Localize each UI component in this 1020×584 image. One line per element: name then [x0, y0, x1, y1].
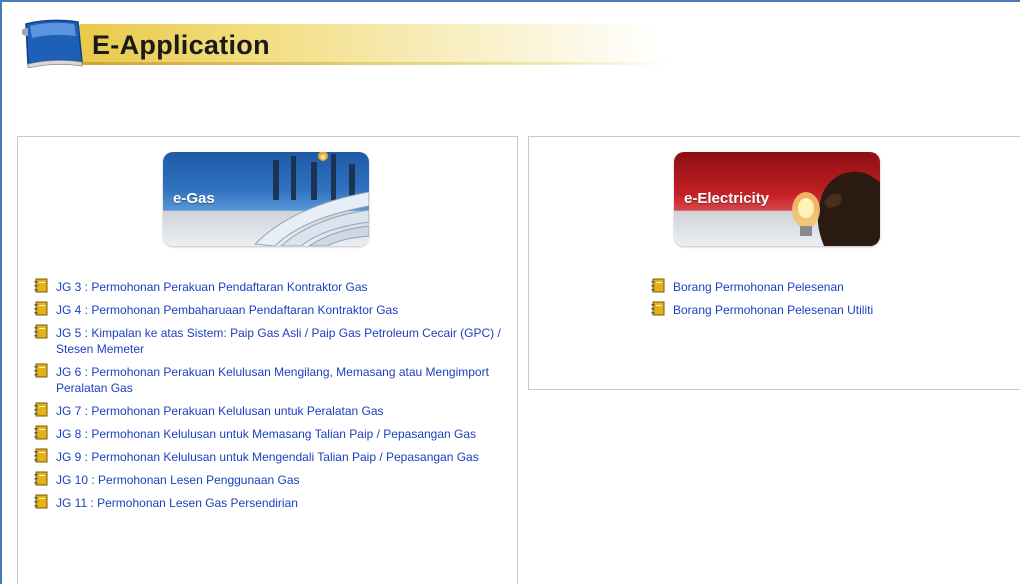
list-item[interactable]: JG 10 : Permohonan Lesen Penggunaan Gas [34, 471, 504, 488]
gas-link-jg6[interactable]: JG 6 : Permohonan Perakuan Kelulusan Men… [56, 365, 489, 395]
e-electricity-label: e-Electricity [684, 190, 770, 207]
list-item[interactable]: JG 11 : Permohonan Lesen Gas Persendiria… [34, 494, 504, 511]
gas-link-jg7[interactable]: JG 7 : Permohonan Perakuan Kelulusan unt… [56, 404, 384, 418]
notebook-icon [34, 278, 48, 293]
notebook-icon [34, 494, 48, 509]
e-electricity-banner[interactable]: e-Electricity [674, 152, 880, 246]
e-gas-banner[interactable]: e-Gas [163, 152, 369, 246]
gas-link-jg4[interactable]: JG 4 : Permohonan Pembaharuaan Pendaftar… [56, 303, 398, 317]
notebook-icon [34, 471, 48, 486]
gas-link-jg11[interactable]: JG 11 : Permohonan Lesen Gas Persendiria… [56, 496, 298, 510]
notebook-icon [34, 301, 48, 316]
electricity-link-list: Borang Permohonan Pelesenan Borang Permo… [651, 278, 1020, 325]
gas-link-jg5[interactable]: JG 5 : Kimpalan ke atas Sistem: Paip Gas… [56, 326, 501, 356]
gas-panel: e-Gas JG 3 : Permohonan Perakuan Pendaft… [17, 136, 518, 584]
list-item[interactable]: JG 8 : Permohonan Kelulusan untuk Memasa… [34, 425, 504, 442]
elec-link-pelesenan[interactable]: Borang Permohonan Pelesenan [673, 280, 844, 294]
list-item[interactable]: JG 3 : Permohonan Perakuan Pendaftaran K… [34, 278, 504, 295]
list-item[interactable]: JG 7 : Permohonan Perakuan Kelulusan unt… [34, 402, 504, 419]
list-item[interactable]: Borang Permohonan Pelesenan Utiliti [651, 301, 1020, 318]
notebook-icon [34, 425, 48, 440]
page-header: E-Application [20, 14, 680, 72]
gas-link-jg10[interactable]: JG 10 : Permohonan Lesen Penggunaan Gas [56, 473, 300, 487]
gas-link-list: JG 3 : Permohonan Perakuan Pendaftaran K… [34, 278, 504, 518]
notebook-icon [34, 448, 48, 463]
gas-link-jg3[interactable]: JG 3 : Permohonan Perakuan Pendaftaran K… [56, 280, 368, 294]
list-item[interactable]: JG 9 : Permohonan Kelulusan untuk Mengen… [34, 448, 504, 465]
list-item[interactable]: JG 4 : Permohonan Pembaharuaan Pendaftar… [34, 301, 504, 318]
e-gas-label: e-Gas [173, 190, 215, 207]
elec-link-pelesenan-utiliti[interactable]: Borang Permohonan Pelesenan Utiliti [673, 303, 873, 317]
list-item[interactable]: JG 6 : Permohonan Perakuan Kelulusan Men… [34, 363, 504, 396]
notebook-icon [651, 278, 665, 293]
app-frame: E-Application e-Gas JG 3: Permohonan Pe… [0, 0, 1020, 584]
notebook-icon [34, 324, 48, 339]
gas-link-jg8[interactable]: JG 8 : Permohonan Kelulusan untuk Memasa… [56, 427, 476, 441]
list-item[interactable]: Borang Permohonan Pelesenan [651, 278, 1020, 295]
gas-link-jg9[interactable]: JG 9 : Permohonan Kelulusan untuk Mengen… [56, 450, 479, 464]
notebook-icon [34, 402, 48, 417]
page-title: E-Application [92, 30, 270, 60]
list-item[interactable]: JG 5 : Kimpalan ke atas Sistem: Paip Gas… [34, 324, 504, 357]
electricity-panel: e-Electricity Borang Permohonan Pelesena… [528, 136, 1020, 390]
notebook-icon [34, 363, 48, 378]
notebook-icon [651, 301, 665, 316]
binder-icon [22, 19, 83, 68]
title-underline [78, 62, 678, 65]
